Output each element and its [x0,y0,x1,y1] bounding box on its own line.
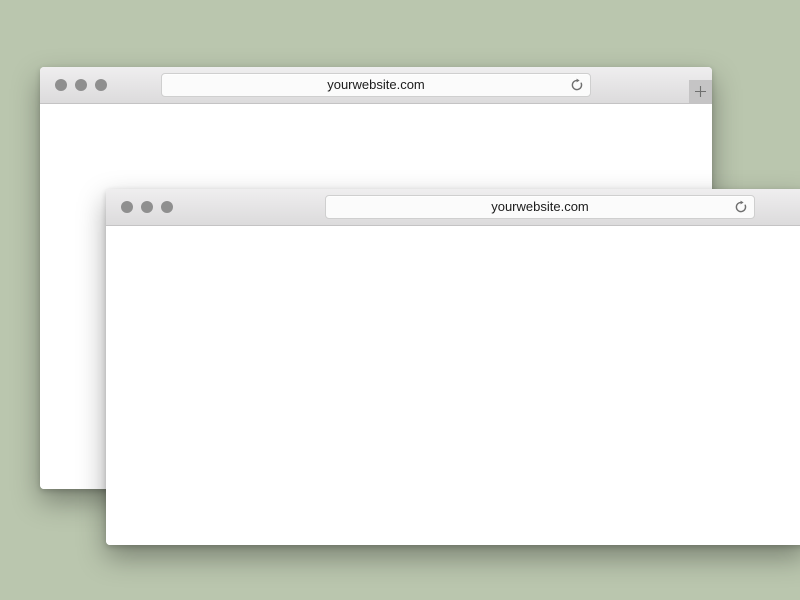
address-bar[interactable]: yourwebsite.com [325,195,755,219]
page-content[interactable] [106,226,800,545]
minimize-window-button[interactable] [75,79,87,91]
minimize-window-button[interactable] [141,201,153,213]
close-window-button[interactable] [55,79,67,91]
reload-icon[interactable] [734,200,748,214]
maximize-window-button[interactable] [95,79,107,91]
maximize-window-button[interactable] [161,201,173,213]
address-bar-url[interactable]: yourwebsite.com [162,77,590,93]
browser-toolbar: yourwebsite.com [40,67,712,104]
close-window-button[interactable] [121,201,133,213]
browser-toolbar: yourwebsite.com [106,189,800,226]
new-tab-button[interactable] [689,80,712,103]
plus-icon [695,86,706,97]
browser-window-front[interactable]: yourwebsite.com [106,189,800,545]
desktop: { "colors": { "desktop_background": "#ba… [0,0,800,600]
address-bar-url[interactable]: yourwebsite.com [326,199,754,215]
address-bar[interactable]: yourwebsite.com [161,73,591,97]
reload-icon[interactable] [570,78,584,92]
